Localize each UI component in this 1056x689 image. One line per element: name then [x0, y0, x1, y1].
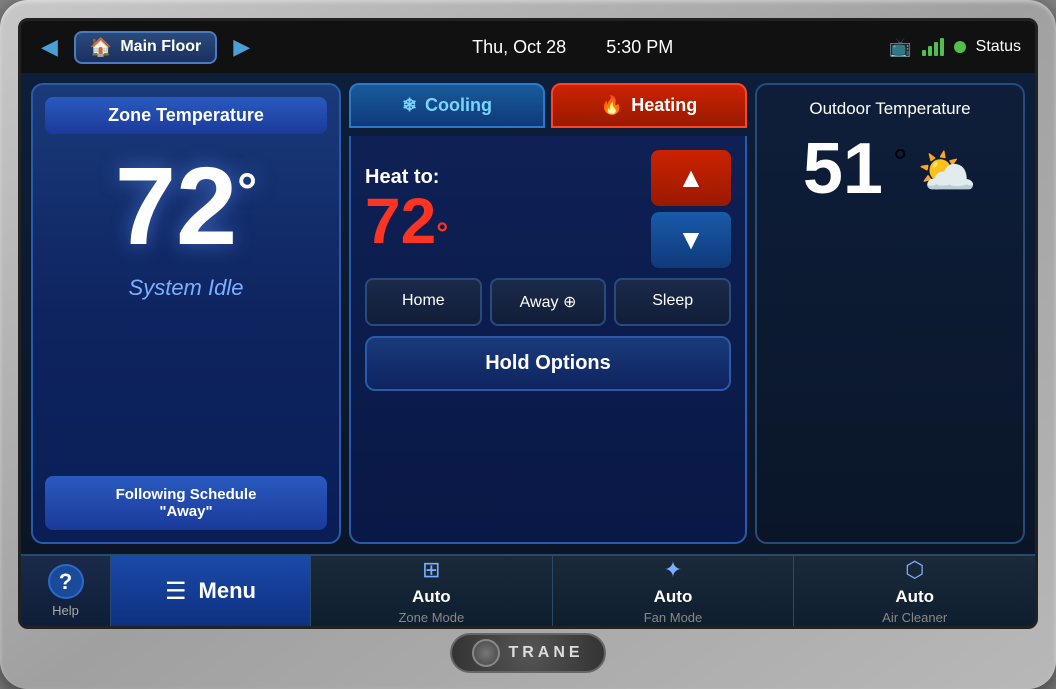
zone-mode-sub: Zone Mode [398, 610, 464, 625]
outdoor-temp-display: 51 ° ⛅ [803, 133, 977, 205]
help-circle: ? [48, 564, 84, 599]
device-frame: ◀ 🏠 Main Floor ▶ Thu, Oct 28 5:30 PM 📺 [0, 0, 1056, 689]
tab-cooling[interactable]: ❄ Cooling [349, 83, 545, 128]
brand-logo: TRANE [450, 633, 605, 673]
tab-heating[interactable]: 🔥 Heating [551, 83, 747, 128]
fan-icon: ✦ [664, 557, 682, 583]
center-control-panel: ❄ Cooling 🔥 Heating Heat to: 72° [349, 83, 747, 544]
fan-mode-sub: Fan Mode [644, 610, 703, 625]
sleep-mode-button[interactable]: Sleep [614, 278, 731, 326]
set-temp-value: 72 [365, 185, 436, 257]
home-icon: 🏠 [90, 37, 112, 58]
menu-icon: ☰ [165, 577, 187, 606]
preset-mode-buttons: Home Away ⊕ Sleep [365, 278, 731, 326]
up-arrow-icon: ▲ [677, 162, 705, 194]
outdoor-panel-title: Outdoor Temperature [809, 99, 970, 119]
zone-mode-button[interactable]: ⊞ Auto Zone Mode [311, 556, 553, 626]
away-label: Away [520, 294, 559, 311]
nav-right-arrow[interactable]: ▶ [227, 30, 256, 64]
signal-bar-3 [934, 42, 938, 56]
signal-bar-1 [922, 50, 926, 56]
zone-panel-title: Zone Temperature [45, 97, 327, 134]
brand-bar: TRANE [450, 635, 605, 671]
bottom-bar: ? Help ☰ Menu ⊞ Auto Zone Mode ✦ Auto F [21, 554, 1035, 626]
fan-mode-main: Auto [654, 587, 693, 607]
wifi-icon: 📺 [889, 37, 911, 58]
schedule-line1: Following Schedule [116, 486, 257, 503]
outdoor-degree-symbol: ° [893, 141, 907, 183]
set-degree-symbol: ° [436, 217, 448, 250]
schedule-line2: "Away" [159, 503, 212, 520]
zone-mode-main: Auto [412, 587, 451, 607]
signal-bar-2 [928, 46, 932, 56]
air-cleaner-main: Auto [895, 587, 934, 607]
signal-bars [922, 38, 944, 56]
help-button[interactable]: ? Help [21, 556, 111, 626]
date-display: Thu, Oct 28 [472, 37, 566, 58]
status-dot [954, 41, 966, 53]
outdoor-temperature-panel: Outdoor Temperature 51 ° ⛅ [755, 83, 1025, 544]
temp-increase-button[interactable]: ▲ [651, 150, 731, 206]
system-status: System Idle [129, 275, 244, 301]
outdoor-temp-value: 51 [803, 133, 883, 205]
heating-tab-label: Heating [631, 95, 697, 116]
away-compass-icon: ⊕ [563, 294, 576, 311]
help-symbol: ? [59, 569, 72, 595]
menu-button[interactable]: ☰ Menu [111, 556, 311, 626]
brand-name: TRANE [508, 644, 583, 662]
air-cleaner-icon: ⬡ [905, 557, 924, 583]
heat-to-section: Heat to: 72° [365, 166, 448, 253]
up-down-controls: ▲ ▼ [651, 150, 731, 268]
schedule-info: Following Schedule "Away" [45, 476, 327, 530]
home-button[interactable]: 🏠 Main Floor [74, 31, 217, 64]
temp-decrease-button[interactable]: ▼ [651, 212, 731, 268]
zone-temperature-display: 72 ° [115, 152, 257, 262]
screen: ◀ 🏠 Main Floor ▶ Thu, Oct 28 5:30 PM 📺 [18, 18, 1038, 629]
status-label: Status [976, 38, 1021, 56]
heating-icon: 🔥 [601, 95, 623, 116]
main-content: Zone Temperature 72 ° System Idle Follow… [21, 73, 1035, 554]
time-display: 5:30 PM [606, 37, 673, 58]
mode-tabs: ❄ Cooling 🔥 Heating [349, 83, 747, 128]
signal-bar-4 [940, 38, 944, 56]
set-temperature-display: 72° [365, 189, 448, 253]
zone-mode-icon: ⊞ [422, 557, 440, 583]
cooling-icon: ❄ [402, 95, 417, 116]
zone-mode-content: Auto Zone Mode [398, 587, 464, 625]
weather-icon: ⛅ [917, 143, 977, 200]
cooling-tab-label: Cooling [425, 95, 492, 116]
air-cleaner-content: Auto Air Cleaner [882, 587, 947, 625]
brand-emblem [472, 639, 500, 667]
home-mode-button[interactable]: Home [365, 278, 482, 326]
fan-mode-content: Auto Fan Mode [644, 587, 703, 625]
menu-label: Menu [199, 578, 256, 604]
nav-left-arrow[interactable]: ◀ [35, 30, 64, 64]
top-bar: ◀ 🏠 Main Floor ▶ Thu, Oct 28 5:30 PM 📺 [21, 21, 1035, 73]
zone-temp-value: 72 [115, 152, 237, 262]
zone-degree-symbol: ° [237, 166, 257, 216]
zone-temperature-panel: Zone Temperature 72 ° System Idle Follow… [31, 83, 341, 544]
fan-mode-button[interactable]: ✦ Auto Fan Mode [553, 556, 795, 626]
away-mode-button[interactable]: Away ⊕ [490, 278, 607, 326]
location-label: Main Floor [120, 38, 201, 56]
temp-control-row: Heat to: 72° ▲ ▼ [365, 150, 731, 268]
datetime-display: Thu, Oct 28 5:30 PM [266, 37, 879, 58]
air-cleaner-sub: Air Cleaner [882, 610, 947, 625]
status-area: 📺 Status [889, 37, 1021, 58]
temperature-control-area: Heat to: 72° ▲ ▼ [349, 136, 747, 544]
air-cleaner-button[interactable]: ⬡ Auto Air Cleaner [794, 556, 1035, 626]
hold-options-button[interactable]: Hold Options [365, 336, 731, 391]
down-arrow-icon: ▼ [677, 224, 705, 256]
help-label: Help [52, 603, 79, 618]
